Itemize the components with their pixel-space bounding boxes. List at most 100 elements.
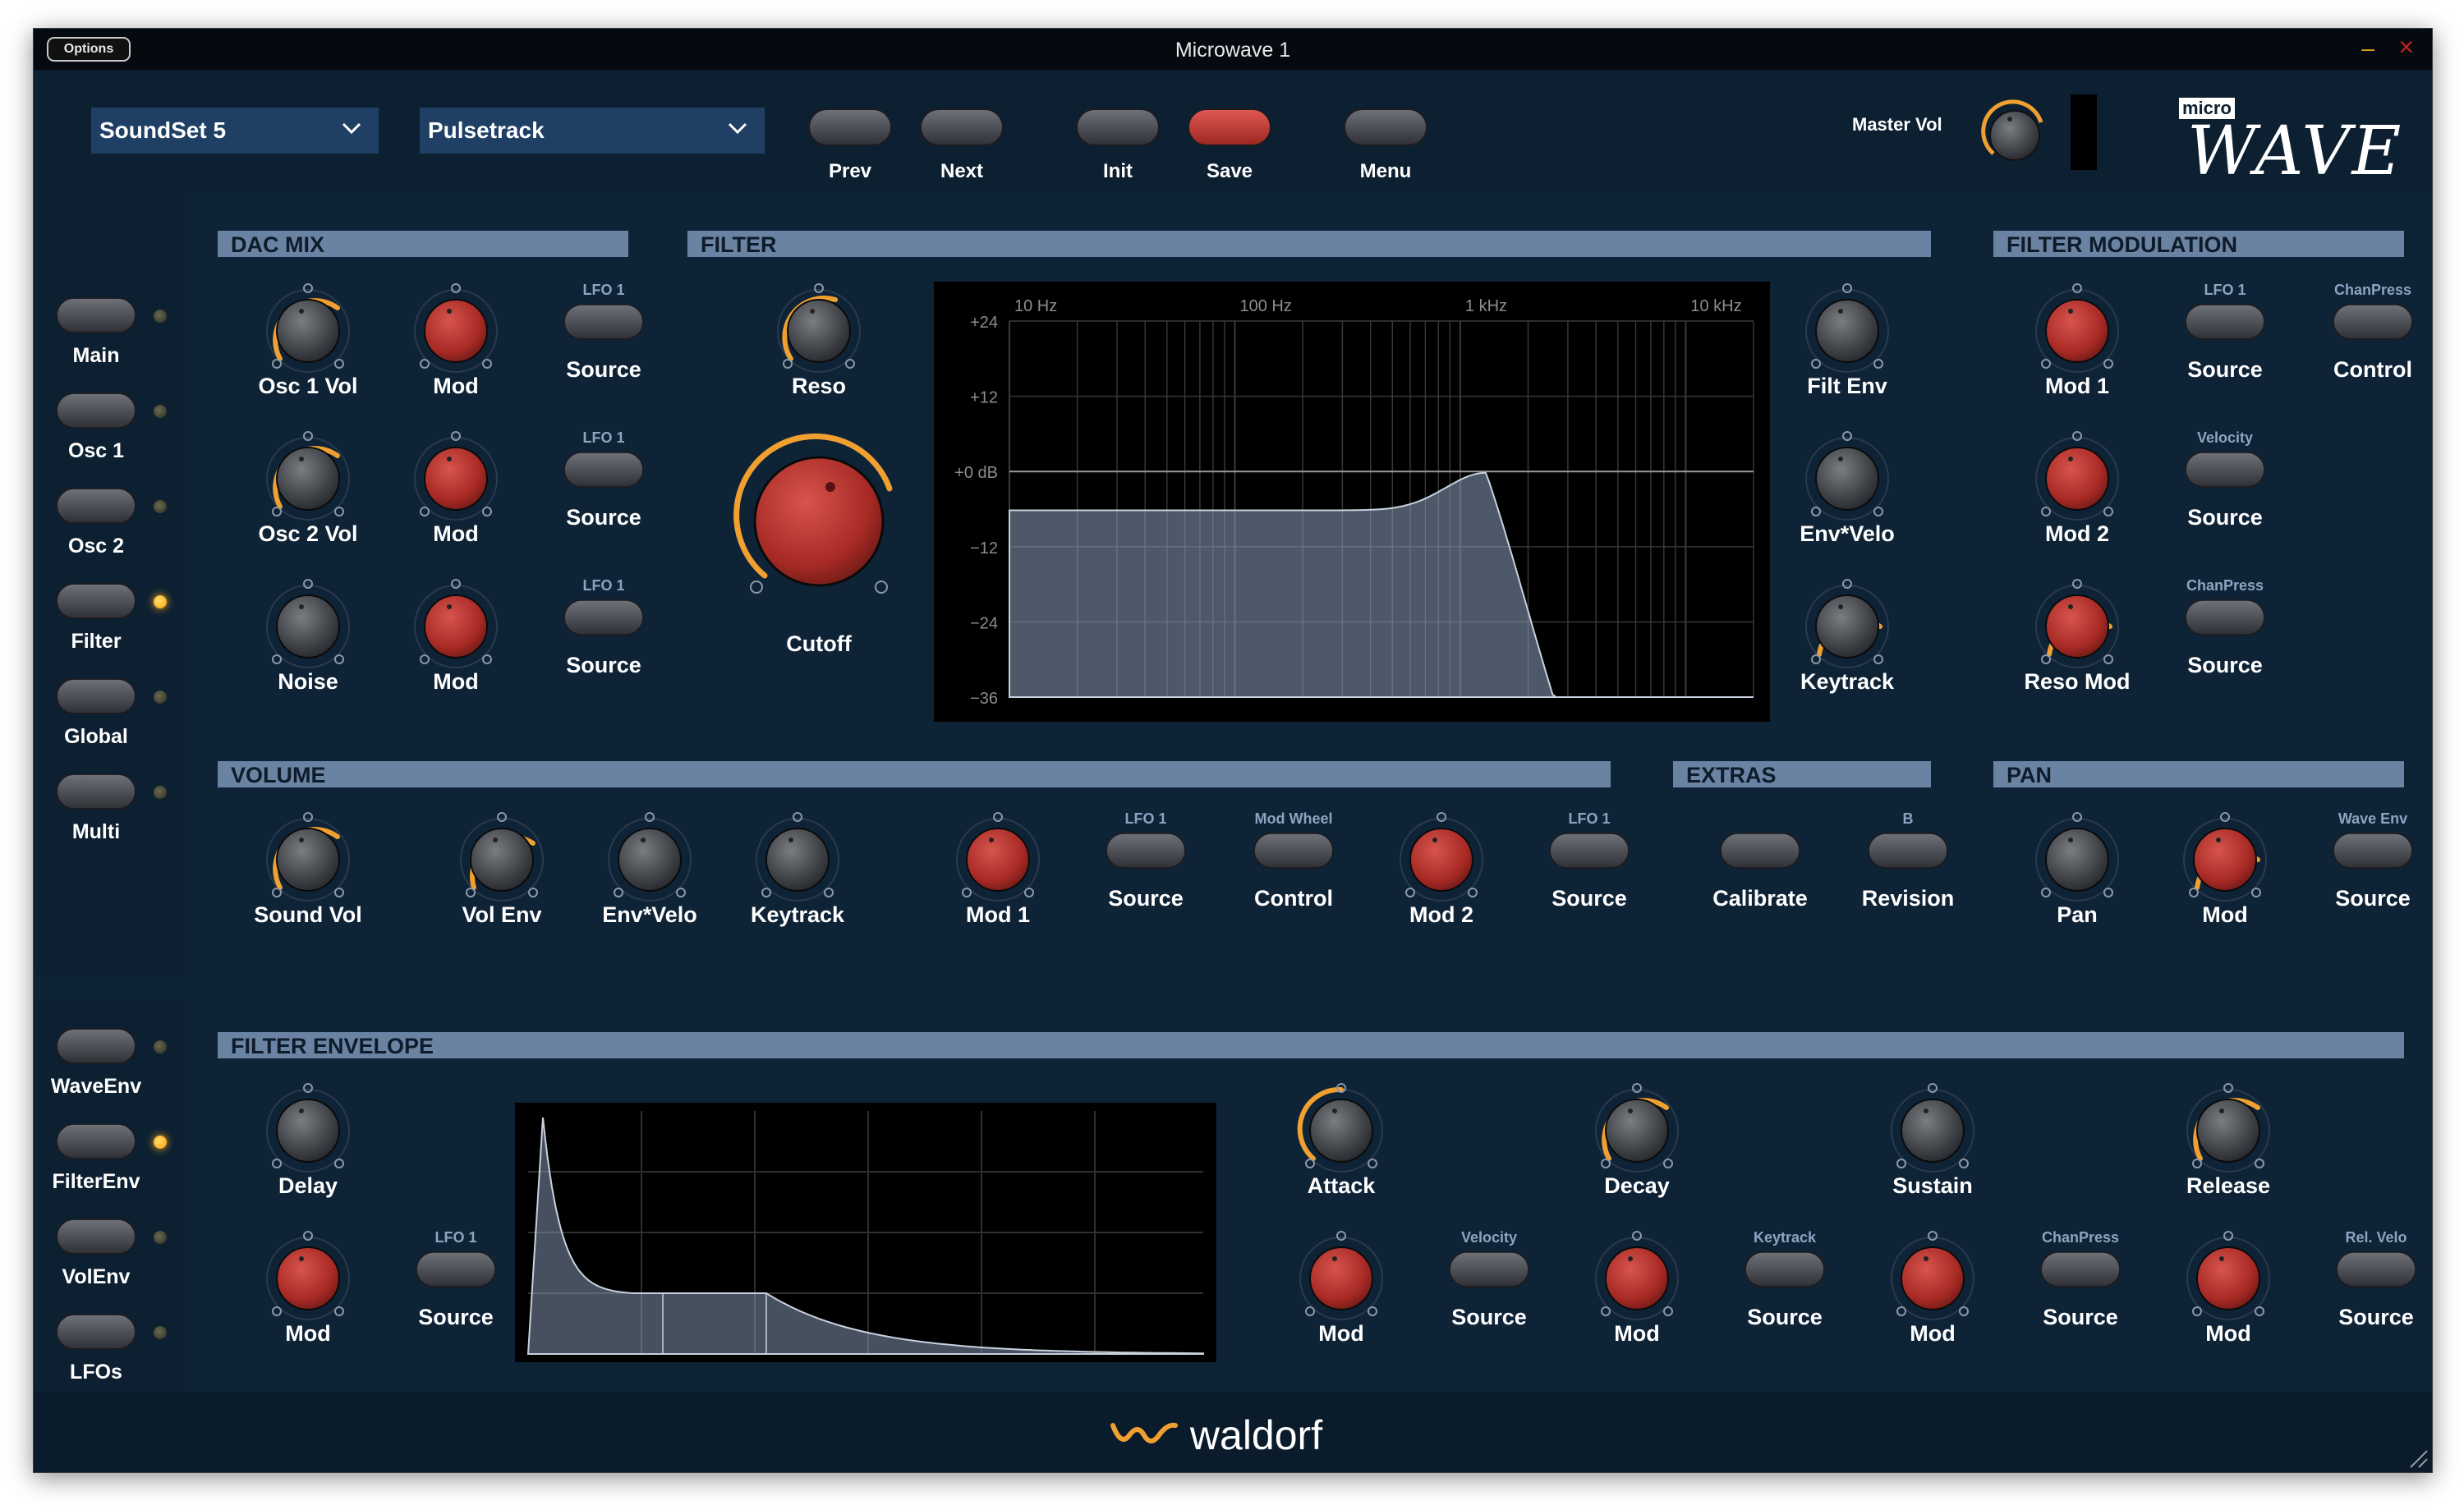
- sidebar-item-osc-1[interactable]: Osc 1: [55, 392, 178, 474]
- filtermod-3-source-button[interactable]: [2184, 597, 2266, 638]
- sidebar-item-filter[interactable]: Filter: [55, 582, 178, 664]
- filter-response-svg: +24 +12 +0 dB −12 −24 −36 10 Hz 100 Hz 1 kHz 10 k…: [954, 297, 1754, 708]
- revision-button[interactable]: [1867, 830, 1949, 871]
- vol-control-button[interactable]: [1253, 830, 1335, 871]
- env-decay-knob[interactable]: [1588, 1081, 1686, 1184]
- reso-label: Reso: [791, 374, 847, 398]
- sidebar-button[interactable]: [55, 582, 137, 620]
- env-sustain-source-button[interactable]: [2039, 1249, 2122, 1290]
- sidebar-button[interactable]: [55, 487, 137, 525]
- sidebar-item-volenv[interactable]: VolEnv: [55, 1218, 178, 1300]
- dacmix-3-source-label: Source: [566, 653, 641, 677]
- dacmix-2-source-button[interactable]: [563, 449, 645, 490]
- sidebar-label: Main: [72, 344, 120, 367]
- sidebar-button[interactable]: [55, 1313, 137, 1351]
- soundset-dropdown[interactable]: SoundSet 5: [91, 108, 379, 154]
- prev-button[interactable]: Prev: [807, 108, 893, 182]
- filtermod-3-mod-knob[interactable]: [2028, 577, 2126, 680]
- pan-source-label: Source: [2335, 886, 2411, 911]
- vol-keytrack-knob[interactable]: [748, 810, 847, 913]
- env-delay-mod-knob[interactable]: [259, 1229, 357, 1332]
- env-decay-source-label: Source: [1747, 1305, 1823, 1329]
- filtermod-2-mod-knob[interactable]: [2028, 429, 2126, 532]
- vol-mod2-knob[interactable]: [1392, 810, 1491, 913]
- sidebar-button[interactable]: [55, 1027, 137, 1065]
- env-decay-mod-knob[interactable]: [1588, 1229, 1686, 1332]
- sidebar-button[interactable]: [55, 1218, 137, 1255]
- status-led-icon: [154, 786, 167, 799]
- dacmix-header: DAC MIX: [218, 231, 628, 257]
- dacmix-1-level-knob[interactable]: [259, 282, 357, 384]
- dacmix-3-mod-knob[interactable]: [407, 577, 505, 680]
- sidebar-item-lfos[interactable]: LFOs: [55, 1313, 178, 1395]
- calibrate-button[interactable]: [1719, 830, 1801, 871]
- dacmix-3-level-knob[interactable]: [259, 577, 357, 680]
- filtermod-1-mod-knob[interactable]: [2028, 282, 2126, 384]
- sidebar-item-waveenv[interactable]: WaveEnv: [51, 1027, 178, 1109]
- filter-env-velo-knob[interactable]: [1798, 429, 1896, 532]
- microwave-logo: micro WAVE: [2171, 94, 2401, 190]
- filtermod-1-control-button[interactable]: [2332, 301, 2414, 342]
- dacmix-3-source-button[interactable]: [563, 597, 645, 638]
- filter-keytrack-knob[interactable]: [1798, 577, 1896, 680]
- env-sustain-knob[interactable]: [1883, 1081, 1982, 1184]
- filtermod-1-source-button[interactable]: [2184, 301, 2266, 342]
- dacmix-1-source-button[interactable]: [563, 301, 645, 342]
- dacmix-1-mod-knob[interactable]: [407, 282, 505, 384]
- init-button[interactable]: Init: [1075, 108, 1161, 182]
- env-delay-knob[interactable]: [259, 1081, 357, 1184]
- sidebar-button[interactable]: [55, 1122, 137, 1160]
- freq-tick-label: 100 Hz: [1239, 297, 1291, 315]
- sidebar-item-main[interactable]: Main: [55, 296, 178, 379]
- sidebar-item-global[interactable]: Global: [55, 677, 178, 760]
- env-decay-source-button[interactable]: [1744, 1249, 1826, 1290]
- dacmix-2-level-knob[interactable]: [259, 429, 357, 532]
- sidebar-item-multi[interactable]: Multi: [55, 773, 178, 855]
- save-button[interactable]: Save: [1187, 108, 1272, 182]
- vol-source1-button[interactable]: [1105, 830, 1187, 871]
- env-attack-source-button[interactable]: [1448, 1249, 1530, 1290]
- pan-source-button[interactable]: [2332, 830, 2414, 871]
- save-button-body: [1187, 108, 1272, 147]
- dacmix-2-mod-knob[interactable]: [407, 429, 505, 532]
- filter-filt-env-knob[interactable]: [1798, 282, 1896, 384]
- reso-knob[interactable]: [770, 282, 868, 384]
- patch-dropdown[interactable]: Pulsetrack: [420, 108, 765, 154]
- sidebar-button[interactable]: [55, 296, 137, 334]
- sidebar-button[interactable]: [55, 773, 137, 810]
- env-attack-source-label: Source: [1451, 1305, 1527, 1329]
- pan-knob[interactable]: [2028, 810, 2126, 913]
- env-sustain-mod-knob[interactable]: [1883, 1229, 1982, 1332]
- vol-source2-button[interactable]: [1548, 830, 1630, 871]
- sidebar-button[interactable]: [55, 677, 137, 715]
- sidebar-item-filterenv[interactable]: FilterEnv: [53, 1122, 178, 1205]
- sidebar-button[interactable]: [55, 392, 137, 429]
- vol-env-velo-knob[interactable]: [600, 810, 699, 913]
- sidebar-label: VolEnv: [62, 1265, 131, 1288]
- env-release-source-button[interactable]: [2335, 1249, 2417, 1290]
- vol-env-knob[interactable]: [453, 810, 551, 913]
- env-attack-knob[interactable]: [1292, 1081, 1391, 1184]
- resize-grip-icon[interactable]: [2399, 1439, 2429, 1469]
- init-button-body: [1075, 108, 1161, 147]
- minimize-icon[interactable]: –: [2361, 35, 2374, 62]
- revision-value: B: [1902, 810, 1914, 827]
- close-icon[interactable]: ×: [2398, 32, 2414, 62]
- next-label: Next: [940, 160, 984, 182]
- freq-tick-label: 1 kHz: [1465, 297, 1507, 315]
- vol-mod1-knob[interactable]: [949, 810, 1047, 913]
- sound-vol-knob[interactable]: [259, 810, 357, 913]
- master-vol-knob[interactable]: [1975, 96, 2054, 175]
- sidebar-item-osc-2[interactable]: Osc 2: [55, 487, 178, 569]
- pan-mod-knob[interactable]: [2176, 810, 2274, 913]
- env-release-knob[interactable]: [2179, 1081, 2278, 1184]
- env-delay-source-button[interactable]: [415, 1249, 497, 1290]
- filtermod-2-source-button[interactable]: [2184, 449, 2266, 490]
- menu-button[interactable]: Menu: [1343, 108, 1428, 182]
- next-button[interactable]: Next: [919, 108, 1004, 182]
- env-release-mod-knob[interactable]: [2179, 1229, 2278, 1332]
- filtermod-1-control-label: Control: [2333, 357, 2412, 382]
- cutoff-knob[interactable]: [729, 431, 909, 616]
- cutoff-label: Cutoff: [786, 631, 852, 656]
- env-attack-mod-knob[interactable]: [1292, 1229, 1391, 1332]
